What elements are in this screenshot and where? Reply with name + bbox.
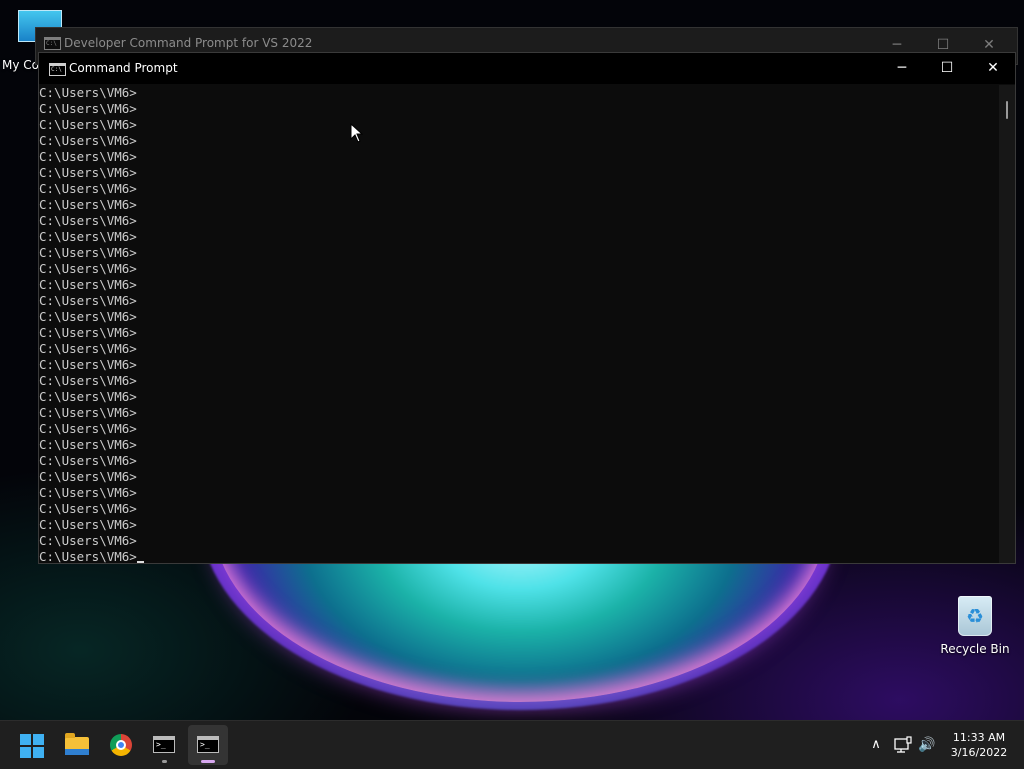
console-line: C:\Users\VM6> xyxy=(39,101,137,116)
volume-icon[interactable]: 🔊 xyxy=(918,735,938,755)
start-button[interactable] xyxy=(12,725,52,765)
title-bar[interactable]: Command Prompt ─ ☐ ✕ xyxy=(39,53,1015,84)
console-line: C:\Users\VM6> xyxy=(39,421,137,436)
console-line: C:\Users\VM6> xyxy=(39,85,137,100)
text-cursor xyxy=(136,561,144,563)
console-line: C:\Users\VM6> xyxy=(39,213,137,228)
console-line: C:\Users\VM6> xyxy=(39,325,137,340)
console-line: C:\Users\VM6> xyxy=(39,533,137,548)
command-prompt-window[interactable]: Command Prompt ─ ☐ ✕ C:\Users\VM6>C:\Use… xyxy=(38,52,1016,564)
desktop-icon-recycle-bin[interactable]: Recycle Bin xyxy=(940,596,1010,656)
console-line: C:\Users\VM6> xyxy=(39,117,137,132)
console-line: C:\Users\VM6> xyxy=(39,501,137,516)
console-line: C:\Users\VM6> xyxy=(39,469,137,484)
console-line: C:\Users\VM6> xyxy=(39,197,137,212)
clock-time: 11:33 AM xyxy=(952,731,1006,744)
taskbar-chrome[interactable] xyxy=(101,725,141,765)
taskbar-command-prompt[interactable] xyxy=(188,725,228,765)
close-button[interactable]: ✕ xyxy=(970,53,1016,84)
console-line: C:\Users\VM6> xyxy=(39,133,137,148)
chrome-icon xyxy=(110,734,132,756)
window-title: Command Prompt xyxy=(69,61,178,75)
console-line: C:\Users\VM6> xyxy=(39,149,137,164)
console-line: C:\Users\VM6> xyxy=(39,341,137,356)
console-line: C:\Users\VM6> xyxy=(39,405,137,420)
cmd-icon xyxy=(49,63,66,76)
console-line: C:\Users\VM6> xyxy=(39,181,137,196)
network-icon[interactable] xyxy=(893,735,913,755)
vertical-scrollbar[interactable] xyxy=(999,85,1015,563)
console-output[interactable]: C:\Users\VM6> C:\Users\VM6> C:\Users\VM6> C… xyxy=(39,85,999,563)
console-line: C:\Users\VM6> xyxy=(39,437,137,452)
clock-date: 3/16/2022 xyxy=(950,746,1008,759)
console-line: C:\Users\VM6> xyxy=(39,517,137,532)
recycle-bin-icon xyxy=(958,596,992,636)
scrollbar-thumb[interactable] xyxy=(1006,101,1008,119)
console-line: C:\Users\VM6> xyxy=(39,373,137,388)
show-hidden-icons-chevron-icon[interactable]: ∧ xyxy=(866,735,886,755)
console-line: C:\Users\VM6> xyxy=(39,309,137,324)
console-prompt: C:\Users\VM6> xyxy=(39,549,137,563)
console-line: C:\Users\VM6> xyxy=(39,245,137,260)
terminal-icon xyxy=(197,736,219,753)
maximize-button[interactable]: ☐ xyxy=(924,53,970,84)
active-indicator xyxy=(201,760,215,763)
console-line: C:\Users\VM6> xyxy=(39,453,137,468)
desktop-icon-label: Recycle Bin xyxy=(940,642,1010,656)
cmd-icon xyxy=(44,37,61,50)
desktop-icon-label: My Co xyxy=(2,58,39,72)
console-line: C:\Users\VM6> xyxy=(39,277,137,292)
taskbar-developer-command-prompt[interactable] xyxy=(144,725,184,765)
window-title: Developer Command Prompt for VS 2022 xyxy=(64,36,313,50)
console-line: C:\Users\VM6> xyxy=(39,357,137,372)
terminal-icon xyxy=(153,736,175,753)
console-line: C:\Users\VM6> xyxy=(39,485,137,500)
taskbar-clock[interactable]: 11:33 AM 3/16/2022 xyxy=(944,730,1014,760)
windows-logo-icon xyxy=(20,734,44,758)
taskbar-file-explorer[interactable] xyxy=(57,725,97,765)
console-line: C:\Users\VM6> xyxy=(39,293,137,308)
console-line: C:\Users\VM6> xyxy=(39,229,137,244)
console-prompt-line[interactable]: C:\Users\VM6> xyxy=(39,549,999,563)
console-line: C:\Users\VM6> xyxy=(39,389,137,404)
minimize-button[interactable]: ─ xyxy=(879,53,925,84)
console-line: C:\Users\VM6> xyxy=(39,165,137,180)
console-line: C:\Users\VM6> xyxy=(39,261,137,276)
taskbar: ∧ 🔊 11:33 AM 3/16/2022 xyxy=(0,720,1024,769)
folder-icon xyxy=(65,733,89,755)
running-indicator xyxy=(162,760,167,763)
